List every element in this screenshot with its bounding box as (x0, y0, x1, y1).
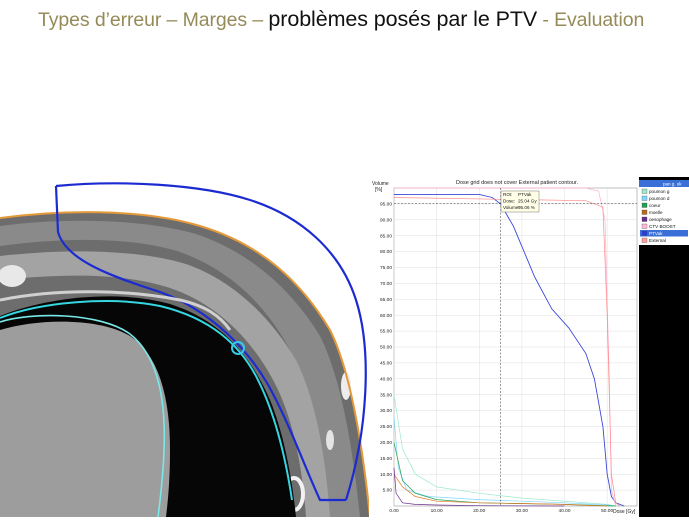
legend-item[interactable]: External (649, 238, 666, 243)
y-tick-label: 40.00 (380, 376, 392, 382)
tooltip-dose-value: 25.04 Gy (518, 199, 537, 204)
title-main: problèmes posés par le PTV (268, 7, 538, 31)
tooltip-dose-label: Dose: (503, 199, 515, 204)
legend-item[interactable]: PTVak (649, 231, 663, 236)
legend-swatch (641, 209, 648, 215)
x-axis-label: Dose [Gy] (613, 509, 636, 515)
legend-item[interactable]: coeur (649, 203, 661, 208)
dose-tooltip: ROI: PTVak Dose: 25.04 Gy Volume: 95.06 … (500, 190, 540, 213)
legend-swatch (641, 216, 648, 222)
y-tick-label: 25.00 (380, 424, 392, 430)
x-tick-label: 30.00 (516, 508, 528, 514)
legend-header-text: pan g. ok (663, 182, 682, 187)
grid-warning-text: Dose grid does not cover External patien… (456, 180, 578, 186)
y-axis-unit: [%] (375, 187, 383, 193)
y-tick-label: 85.00 (380, 233, 392, 239)
title-prefix: Types d’erreur – Marges – (38, 9, 269, 31)
y-tick-label: 60.00 (380, 313, 392, 319)
y-tick-label: 90.00 (380, 217, 392, 223)
legend-swatch (641, 195, 648, 201)
y-tick-label: 95.00 (380, 202, 392, 208)
y-tick-label: 70.00 (380, 281, 392, 287)
legend-swatch (641, 237, 648, 243)
legend-item[interactable]: poumon d (649, 196, 670, 201)
tooltip-roi-value: PTVak (518, 192, 532, 197)
y-tick-label: 15.00 (380, 456, 392, 462)
tooltip-roi-label: ROI: (503, 192, 512, 197)
legend-swatch (641, 188, 648, 194)
y-tick-label: 30.00 (380, 408, 392, 414)
x-tick-label: 40.00 (559, 508, 571, 514)
y-tick-label: 65.00 (380, 297, 392, 303)
y-tick-label: 75.00 (380, 265, 392, 271)
legend-swatch (641, 223, 648, 229)
y-tick-label: 10.00 (380, 472, 392, 478)
y-tick-label: 80.00 (380, 249, 392, 255)
y-tick-label: 35.00 (380, 392, 392, 398)
legend-item[interactable]: oesophage (649, 217, 672, 222)
y-tick-label: 55.00 (380, 329, 392, 335)
dvh-window[interactable]: Dose grid does not cover External patien… (369, 177, 689, 517)
legend-item[interactable]: moelle (649, 210, 663, 215)
title-suffix: - Evaluation (537, 9, 645, 31)
tooltip-volume-value: 95.06 % (518, 205, 535, 210)
y-tick-label: 45.00 (380, 361, 392, 367)
y-tick-label: 5.00 (383, 488, 393, 494)
x-tick-label: 50.00 (601, 508, 613, 514)
slide-title: Types d’erreur – Marges – problèmes posé… (38, 7, 678, 32)
x-tick-label: 10.00 (431, 508, 443, 514)
legend-item[interactable]: CTV BOOST (649, 224, 676, 229)
x-tick-label: 0.00 (389, 508, 399, 514)
legend-swatch (641, 230, 648, 236)
y-tick-label: 20.00 (380, 440, 392, 446)
legend-selected-highlight (640, 230, 688, 237)
x-tick-label: 20.00 (473, 508, 485, 514)
legend-item[interactable]: poumon g (649, 189, 670, 194)
ct-scan-image (0, 174, 371, 518)
dvh-legend[interactable]: pan g. ok poumon g poumon d coeur moelle oes… (639, 177, 689, 517)
y-tick-label: 50.00 (380, 345, 392, 351)
legend-swatch (641, 202, 648, 208)
